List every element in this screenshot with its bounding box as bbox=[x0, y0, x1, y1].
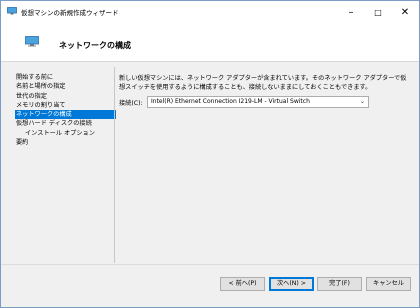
close-icon: ✕ bbox=[400, 6, 410, 18]
minimize-button[interactable]: – bbox=[337, 1, 365, 23]
wizard-header: ネットワークの構成 bbox=[1, 23, 419, 62]
footer-divider bbox=[1, 264, 419, 265]
nav-item-summary[interactable]: 要約 bbox=[15, 138, 115, 147]
nav-item-install-options[interactable]: インストール オプション bbox=[15, 129, 115, 138]
networking-description: 新しい仮想マシンには、ネットワーク アダプターが含まれています。そのネットワーク… bbox=[119, 75, 407, 91]
window-title: 仮想マシンの新規作成ウィザード bbox=[21, 9, 119, 17]
page-title: ネットワークの構成 bbox=[59, 41, 131, 50]
wizard-window: 仮想マシンの新規作成ウィザード – □ ✕ ネットワークの構成 開始する前に 名… bbox=[0, 0, 420, 308]
nav-item-name-location[interactable]: 名前と場所の指定 bbox=[15, 82, 115, 91]
close-button[interactable]: ✕ bbox=[391, 1, 419, 23]
maximize-icon: □ bbox=[374, 7, 382, 17]
nav-item-networking[interactable]: ネットワークの構成 bbox=[15, 110, 116, 120]
vm-monitor-icon bbox=[25, 36, 39, 47]
vm-monitor-icon bbox=[7, 7, 17, 15]
minimize-icon: – bbox=[348, 6, 354, 18]
chevron-down-icon: ⌄ bbox=[359, 98, 365, 105]
nav-item-memory[interactable]: メモリの割り当て bbox=[15, 101, 115, 110]
connection-select[interactable]: Intel(R) Ethernet Connection I219-LM - V… bbox=[147, 96, 369, 108]
nav-item-virtual-disk[interactable]: 仮想ハード ディスクの接続 bbox=[15, 119, 115, 128]
cancel-button[interactable]: キャンセル bbox=[366, 277, 411, 291]
nav-item-generation[interactable]: 世代の指定 bbox=[15, 92, 115, 101]
wizard-steps-nav: 開始する前に 名前と場所の指定 世代の指定 メモリの割り当て ネットワークの構成… bbox=[15, 73, 116, 147]
maximize-button[interactable]: □ bbox=[364, 1, 392, 23]
nav-item-before-you-begin[interactable]: 開始する前に bbox=[15, 73, 115, 82]
next-button[interactable]: 次へ(N) > bbox=[269, 277, 314, 291]
connection-select-value: Intel(R) Ethernet Connection I219-LM - V… bbox=[151, 98, 310, 105]
nav-divider bbox=[114, 67, 115, 263]
finish-button[interactable]: 完了(F) bbox=[317, 277, 362, 291]
connection-label: 接続(C): bbox=[119, 100, 143, 107]
title-bar[interactable]: 仮想マシンの新規作成ウィザード – □ ✕ bbox=[1, 1, 419, 23]
back-button[interactable]: < 前へ(P) bbox=[220, 277, 265, 291]
